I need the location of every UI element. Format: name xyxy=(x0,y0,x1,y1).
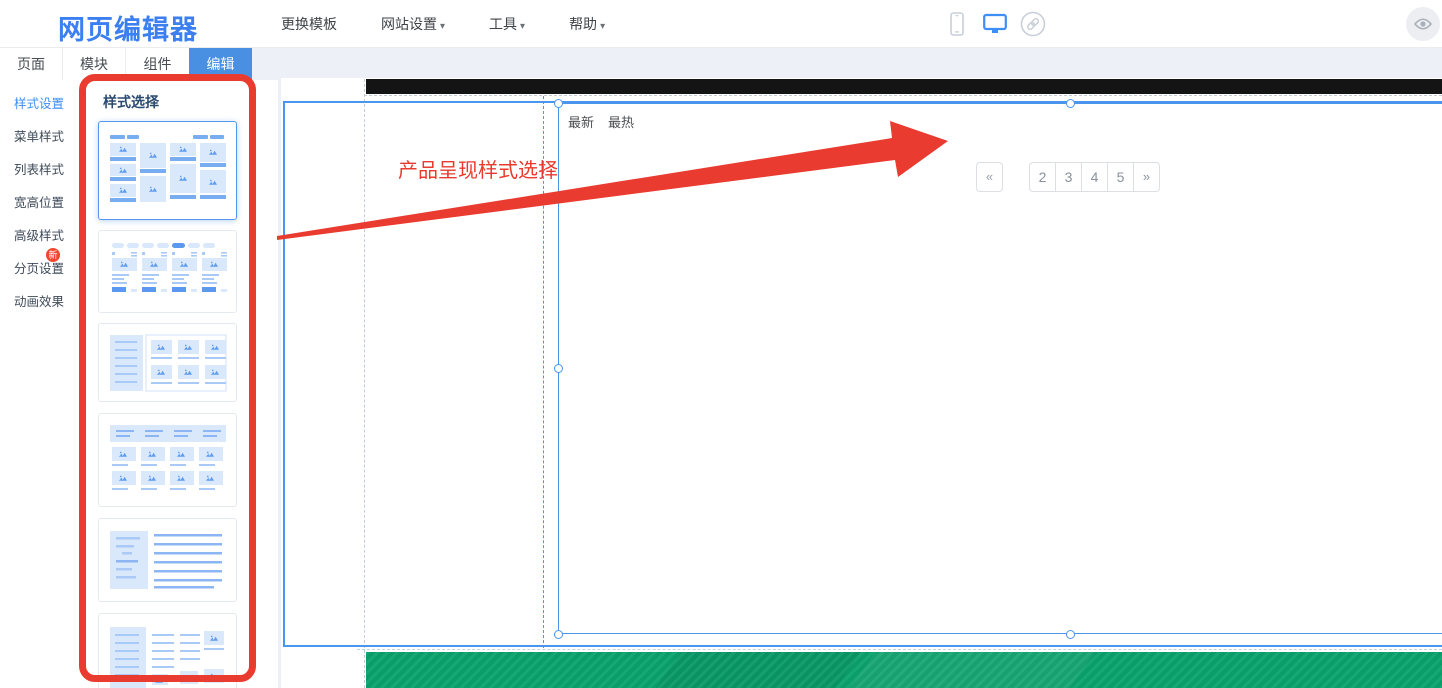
web-page-editor: 网页编辑器 更换模板 网站设置 ▾ 工具 ▾ 帮助 ▾ 页面 模块 组件 编辑 … xyxy=(0,0,1442,688)
resize-handle-bottom-center[interactable] xyxy=(1066,630,1075,639)
module-top-guide xyxy=(364,95,1442,96)
preview-mode-icons xyxy=(944,0,1046,48)
canvas-pane: 最新 最热 « 2 3 4 5 » xyxy=(252,48,1442,688)
pagination-prev-button[interactable]: « xyxy=(976,162,1003,192)
green-bar-texture xyxy=(366,652,1442,688)
style-option-masonry-grid[interactable] xyxy=(98,121,237,220)
resize-handle-top-center[interactable] xyxy=(1066,99,1075,108)
product-sort-tabs: 最新 最热 xyxy=(568,112,634,131)
page-footer-green-bar[interactable] xyxy=(366,652,1442,688)
phone-preview-icon[interactable] xyxy=(944,11,970,37)
style-thumbnail xyxy=(109,425,226,490)
app-header: 网页编辑器 更换模板 网站设置 ▾ 工具 ▾ 帮助 ▾ xyxy=(0,0,1442,48)
pagination-page-2[interactable]: 2 xyxy=(1029,162,1056,192)
tab-page[interactable]: 页面 xyxy=(0,48,63,80)
pagination-pages: 2 3 4 5 » xyxy=(1029,162,1160,192)
sidebar-item-list-style[interactable]: 列表样式 xyxy=(0,154,88,187)
annotation-note: 产品呈现样式选择 xyxy=(398,160,558,182)
eye-icon[interactable] xyxy=(1406,7,1440,41)
style-select-panel: 样式选择 xyxy=(88,80,278,688)
chevron-down-icon: ▾ xyxy=(440,21,446,32)
active-tab-notch xyxy=(215,74,226,80)
style-option-sidebar-grid[interactable] xyxy=(98,323,237,402)
pagination-page-3[interactable]: 3 xyxy=(1055,162,1082,192)
resize-handle-bottom-left[interactable] xyxy=(554,630,563,639)
app-logo: 网页编辑器 xyxy=(58,15,198,45)
sidebar-item-menu-style[interactable]: 菜单样式 xyxy=(0,121,88,154)
sidebar-item-style-settings[interactable]: 样式设置 xyxy=(0,88,88,121)
sidebar-item-pagination-settings[interactable]: 分页设置 新 xyxy=(0,248,88,286)
menu-change-template[interactable]: 更换模板 xyxy=(281,14,337,34)
new-badge: 新 xyxy=(46,248,60,262)
module-bottom-guide xyxy=(357,649,1442,650)
panel-title: 样式选择 xyxy=(103,94,159,110)
style-option-text-list[interactable] xyxy=(98,518,237,602)
link-icon[interactable] xyxy=(1020,11,1046,37)
pagination-page-5[interactable]: 5 xyxy=(1107,162,1134,192)
settings-sidebar: 样式设置 菜单样式 列表样式 宽高位置 高级样式 分页设置 新 动画效果 xyxy=(0,80,88,688)
pagination-next-button[interactable]: » xyxy=(1133,162,1160,192)
style-option-tabbed-cards[interactable] xyxy=(98,230,237,313)
resize-handle-left-middle[interactable] xyxy=(554,364,563,373)
style-thumbnail xyxy=(109,334,226,391)
chevron-down-icon: ▾ xyxy=(600,21,606,32)
sidebar-item-advanced-style[interactable]: 高级样式 xyxy=(0,220,88,253)
desktop-preview-icon[interactable] xyxy=(982,11,1008,37)
tab-component[interactable]: 组件 xyxy=(126,48,189,80)
page-header-black-bar[interactable] xyxy=(366,79,1442,94)
tab-edit[interactable]: 编辑 xyxy=(189,48,252,80)
resize-handle-top-left[interactable] xyxy=(554,99,563,108)
sidebar-item-animation-effects[interactable]: 动画效果 xyxy=(0,286,88,319)
style-thumbnail xyxy=(109,531,222,589)
menu-help[interactable]: 帮助 ▾ xyxy=(569,14,605,34)
editor-tabbar: 页面 模块 组件 编辑 xyxy=(0,48,252,80)
style-option-multi-column[interactable] xyxy=(98,613,237,688)
pagination: « 2 3 4 5 » xyxy=(976,162,1160,192)
pagination-page-4[interactable]: 4 xyxy=(1081,162,1108,192)
menu-tools[interactable]: 工具 ▾ xyxy=(489,14,525,34)
top-menu: 更换模板 网站设置 ▾ 工具 ▾ 帮助 ▾ xyxy=(281,0,605,48)
tab-module[interactable]: 模块 xyxy=(63,48,126,80)
style-thumbnail xyxy=(109,627,224,688)
style-option-header-grid[interactable] xyxy=(98,413,237,507)
tab-hottest[interactable]: 最热 xyxy=(608,112,634,131)
style-thumbnail xyxy=(109,134,226,202)
tab-newest[interactable]: 最新 xyxy=(568,112,594,131)
chevron-down-icon: ▾ xyxy=(520,21,526,32)
style-thumbnail xyxy=(111,242,227,292)
sidebar-item-size-position[interactable]: 宽高位置 xyxy=(0,187,88,220)
menu-site-settings[interactable]: 网站设置 ▾ xyxy=(381,14,445,34)
